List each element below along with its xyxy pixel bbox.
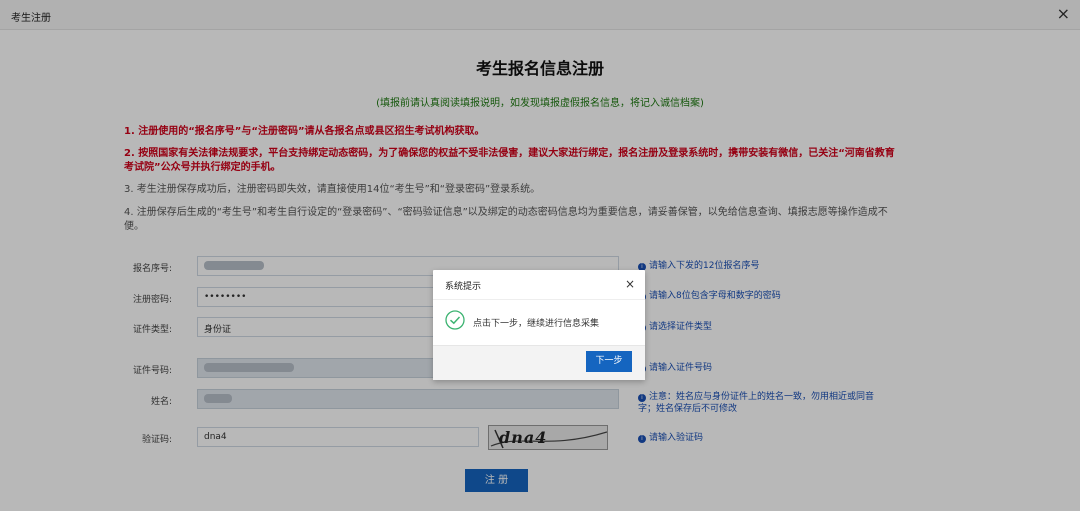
- dialog-title: 系统提示: [445, 282, 482, 292]
- dialog-close-icon[interactable]: ×: [625, 278, 635, 290]
- dialog-footer: 下一步: [433, 345, 645, 380]
- dialog-message: 点击下一步，继续进行信息采集: [473, 319, 600, 329]
- dialog-body: 点击下一步，继续进行信息采集: [433, 300, 645, 345]
- modal-overlay: [0, 0, 1080, 511]
- system-prompt-dialog: 系统提示 × 点击下一步，继续进行信息采集 下一步: [433, 270, 645, 380]
- check-circle-icon: [445, 310, 465, 330]
- next-step-button[interactable]: 下一步: [586, 351, 632, 372]
- dialog-header: 系统提示 ×: [433, 270, 645, 300]
